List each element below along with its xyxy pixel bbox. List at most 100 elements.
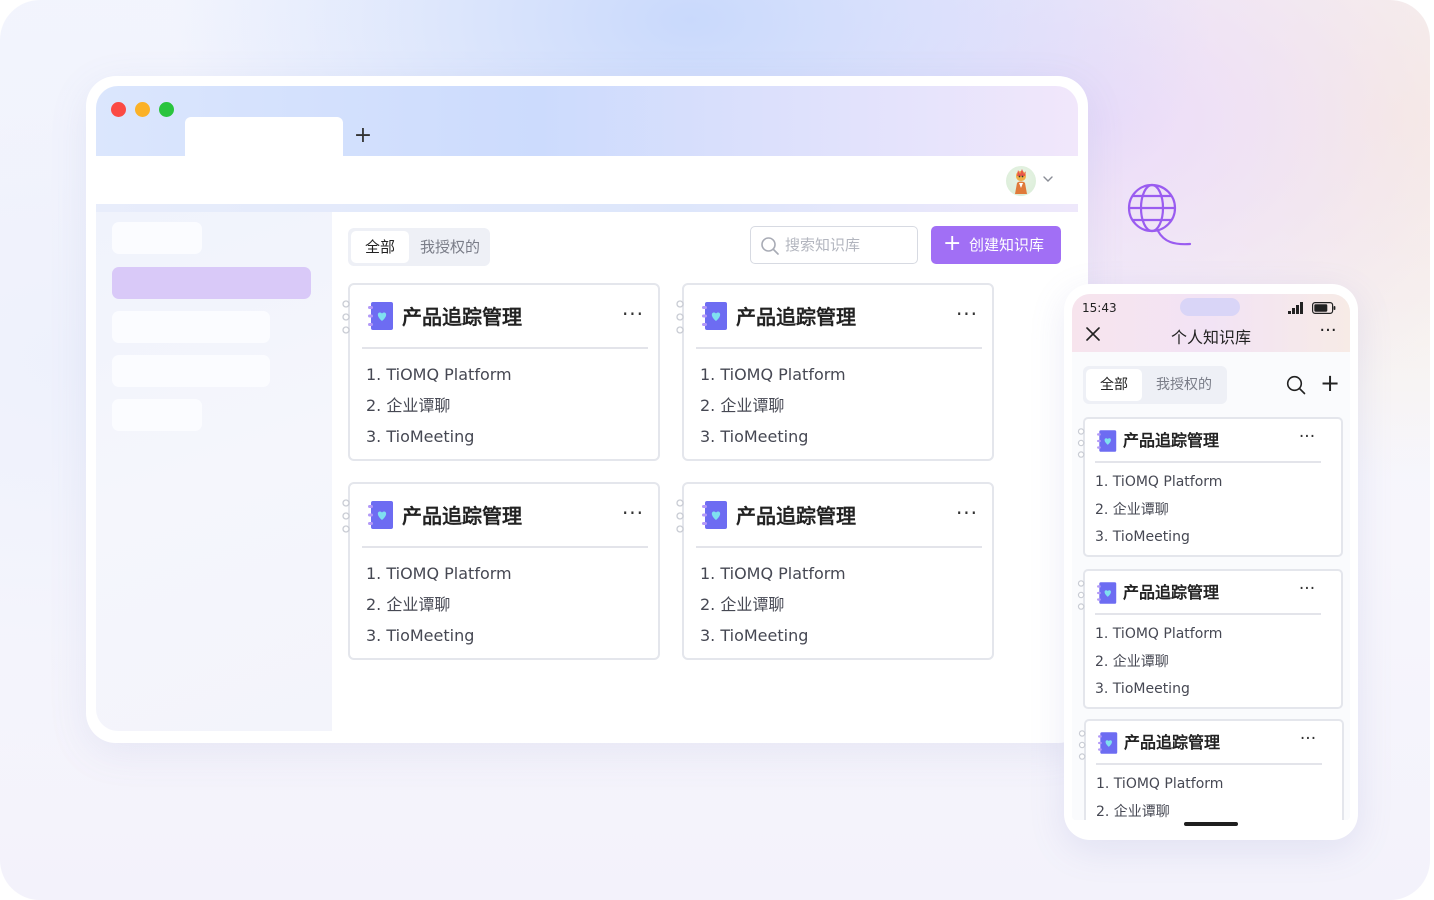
more-icon[interactable]: ···: [1316, 322, 1340, 342]
list-item[interactable]: 3. TioMeeting: [1095, 524, 1222, 552]
more-icon[interactable]: ···: [954, 303, 980, 329]
list-item[interactable]: 3. TioMeeting: [700, 620, 846, 651]
mobile-header: 15:43 个人知识库 ···: [1072, 294, 1350, 352]
close-window-button[interactable]: [111, 102, 126, 117]
knowledge-base-card[interactable]: 产品追踪管理 ··· 1. TiOMQ Platform 2. 企业谭聊 3. …: [342, 283, 660, 461]
more-icon[interactable]: ···: [1295, 581, 1319, 601]
more-icon[interactable]: ···: [620, 303, 646, 329]
binder-rings-icon: [1078, 730, 1086, 760]
binder-rings-icon: [342, 499, 350, 533]
home-indicator[interactable]: [1184, 822, 1238, 826]
minimize-window-button[interactable]: [135, 102, 150, 117]
sidebar-item-4[interactable]: [112, 355, 270, 387]
binder-rings-icon: [1077, 580, 1085, 610]
filter-segmented-control: 全部 我授权的: [348, 228, 490, 266]
card-title: 产品追踪管理: [1123, 583, 1220, 602]
knowledge-base-card[interactable]: 产品追踪管理 ··· 1. TiOMQ Platform 2. 企业谭聊 3. …: [676, 482, 994, 660]
avatar[interactable]: [1006, 166, 1036, 196]
more-icon[interactable]: ···: [620, 502, 646, 528]
create-button-label: 创建知识库: [969, 236, 1045, 254]
mobile-knowledge-base-card[interactable]: 产品追踪管理 ··· 1. TiOMQ Platform 2. 企业谭聊 3. …: [1077, 417, 1343, 557]
card-title: 产品追踪管理: [736, 305, 856, 329]
more-icon[interactable]: ···: [1295, 429, 1319, 449]
status-time: 15:43: [1082, 301, 1117, 315]
battery-icon: [1312, 302, 1336, 314]
app-toolbar: [96, 156, 1078, 204]
list-item[interactable]: 2. 企业谭聊: [1095, 649, 1222, 677]
desktop-window-content: + 全部 我授权的 搜索知识库 + 创建知识库 产品追踪管理 ··· 1. Ti…: [96, 86, 1078, 731]
list-item[interactable]: 2. 企业谭聊: [700, 589, 846, 620]
mobile-screen: 15:43 个人知识库 ··· 全部 我授权的 + 产品追踪管理 ··· 1. …: [1072, 294, 1350, 820]
maximize-window-button[interactable]: [159, 102, 174, 117]
card-doc-list: 1. TiOMQ Platform 2. 企业谭聊: [1096, 771, 1223, 820]
card-title: 产品追踪管理: [736, 504, 856, 528]
filter-authorized-tab[interactable]: 我授权的: [411, 231, 489, 263]
list-item[interactable]: 1. TiOMQ Platform: [700, 558, 846, 589]
mobile-knowledge-base-card[interactable]: 产品追踪管理 ··· 1. TiOMQ Platform 2. 企业谭聊 3. …: [1077, 569, 1343, 709]
card-divider: [1095, 461, 1321, 463]
knowledge-book-icon: [1097, 430, 1117, 452]
create-knowledge-base-button[interactable]: + 创建知识库: [931, 226, 1061, 264]
list-item[interactable]: 1. TiOMQ Platform: [1095, 469, 1222, 497]
more-icon[interactable]: ···: [954, 502, 980, 528]
main-content: 全部 我授权的 搜索知识库 + 创建知识库 产品追踪管理 ··· 1. TiOM…: [332, 212, 1078, 731]
mobile-knowledge-base-card[interactable]: 产品追踪管理 ··· 1. TiOMQ Platform 2. 企业谭聊: [1078, 719, 1344, 820]
list-item[interactable]: 2. 企业谭聊: [1096, 799, 1223, 821]
sidebar-item-1[interactable]: [112, 222, 202, 254]
card-doc-list: 1. TiOMQ Platform 2. 企业谭聊 3. TioMeeting: [1095, 621, 1222, 704]
list-item[interactable]: 1. TiOMQ Platform: [700, 359, 846, 390]
list-item[interactable]: 1. TiOMQ Platform: [1096, 771, 1223, 799]
list-item[interactable]: 1. TiOMQ Platform: [366, 359, 512, 390]
avatar-figure-icon: [1015, 169, 1027, 194]
chevron-down-icon[interactable]: [1041, 172, 1055, 186]
new-tab-button[interactable]: +: [351, 124, 375, 148]
list-item[interactable]: 2. 企业谭聊: [700, 390, 846, 421]
knowledge-base-card[interactable]: 产品追踪管理 ··· 1. TiOMQ Platform 2. 企业谭聊 3. …: [676, 283, 994, 461]
list-item[interactable]: 3. TioMeeting: [1095, 676, 1222, 704]
plus-icon: +: [943, 231, 962, 256]
knowledge-book-icon: [1098, 732, 1118, 754]
mobile-filter-all-tab[interactable]: 全部: [1086, 369, 1142, 401]
card-title: 产品追踪管理: [1123, 431, 1220, 450]
list-item[interactable]: 2. 企业谭聊: [366, 589, 512, 620]
card-doc-list: 1. TiOMQ Platform 2. 企业谭聊 3. TioMeeting: [366, 558, 512, 651]
knowledge-book-icon: [702, 302, 727, 330]
browser-tab-active[interactable]: [185, 117, 343, 157]
add-button[interactable]: +: [1318, 371, 1342, 395]
sidebar-item-3[interactable]: [112, 311, 270, 343]
browser-titlebar: +: [96, 86, 1078, 157]
binder-rings-icon: [1077, 428, 1085, 458]
card-doc-list: 1. TiOMQ Platform 2. 企业谭聊 3. TioMeeting: [366, 359, 512, 452]
search-icon: [761, 237, 779, 255]
sidebar-item-5[interactable]: [112, 399, 202, 431]
mobile-filter-segmented-control: 全部 我授权的: [1083, 366, 1227, 404]
list-item[interactable]: 3. TioMeeting: [366, 421, 512, 452]
card-divider: [1095, 613, 1321, 615]
list-item[interactable]: 1. TiOMQ Platform: [1095, 621, 1222, 649]
list-item[interactable]: 3. TioMeeting: [700, 421, 846, 452]
mobile-device: 15:43 个人知识库 ··· 全部 我授权的 + 产品追踪管理 ··· 1. …: [1064, 284, 1358, 840]
knowledge-base-card[interactable]: 产品追踪管理 ··· 1. TiOMQ Platform 2. 企业谭聊 3. …: [342, 482, 660, 660]
sidebar-item-active[interactable]: [112, 267, 311, 299]
more-icon[interactable]: ···: [1296, 731, 1320, 751]
search-placeholder: 搜索知识库: [785, 236, 861, 254]
search-input[interactable]: 搜索知识库: [750, 226, 918, 264]
background-canvas: + 全部 我授权的 搜索知识库 + 创建知识库 产品追踪管理 ··· 1. Ti…: [0, 0, 1430, 900]
desktop-window: + 全部 我授权的 搜索知识库 + 创建知识库 产品追踪管理 ··· 1. Ti…: [86, 76, 1088, 743]
list-item[interactable]: 3. TioMeeting: [366, 620, 512, 651]
dynamic-island: [1180, 298, 1240, 316]
knowledge-book-icon: [368, 501, 393, 529]
globe-icon: [1127, 183, 1192, 246]
binder-rings-icon: [676, 300, 684, 334]
mobile-filter-authorized-tab[interactable]: 我授权的: [1145, 369, 1223, 401]
knowledge-book-icon: [368, 302, 393, 330]
card-doc-list: 1. TiOMQ Platform 2. 企业谭聊 3. TioMeeting: [1095, 469, 1222, 552]
list-item[interactable]: 1. TiOMQ Platform: [366, 558, 512, 589]
filter-all-tab[interactable]: 全部: [351, 231, 409, 263]
card-divider: [1096, 763, 1322, 765]
list-item[interactable]: 2. 企业谭聊: [366, 390, 512, 421]
search-icon[interactable]: [1286, 375, 1306, 395]
list-item[interactable]: 2. 企业谭聊: [1095, 497, 1222, 525]
card-divider: [362, 347, 648, 349]
card-divider: [362, 546, 648, 548]
